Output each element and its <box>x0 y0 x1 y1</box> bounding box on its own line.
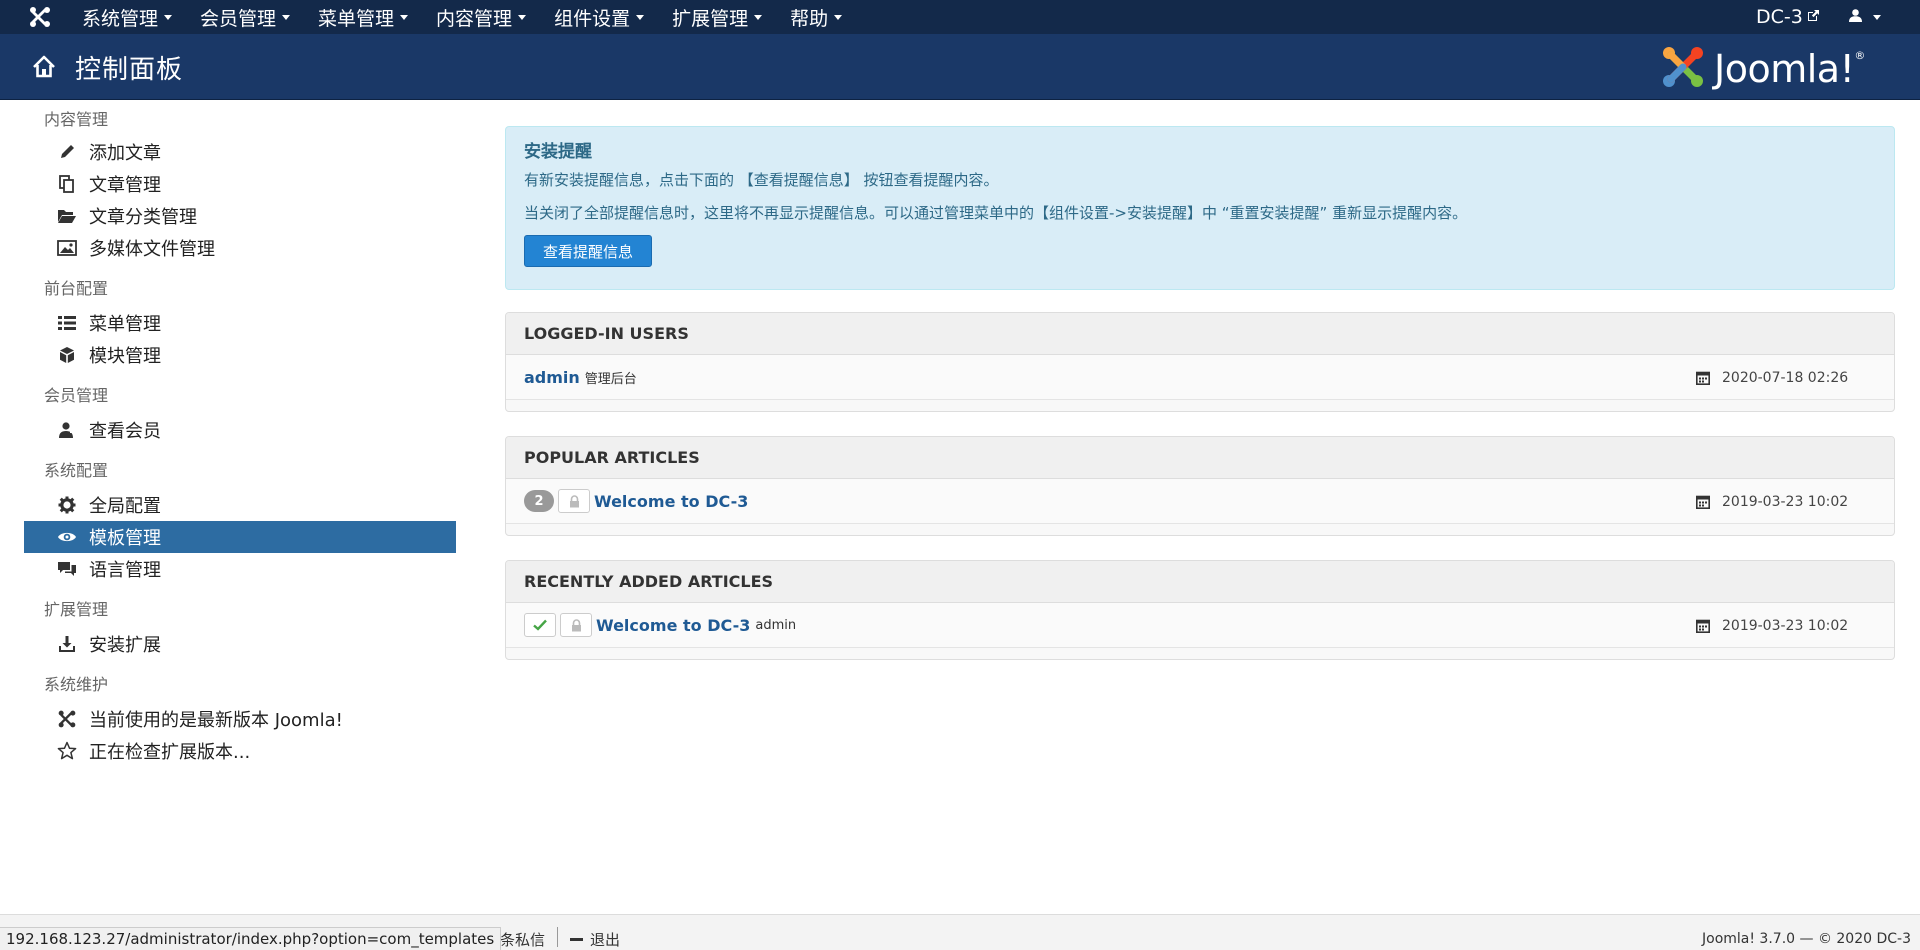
sidebar-item-media[interactable]: 多媒体文件管理 <box>24 232 456 264</box>
star-icon <box>55 740 79 762</box>
page-header: 控制面板 Joomla! ® <box>0 34 1920 100</box>
sidebar-heading-users: 会员管理 <box>44 386 109 405</box>
list-icon <box>55 312 79 334</box>
sidebar-item-add-article[interactable]: 添加文章 <box>24 136 456 168</box>
caret-down-icon <box>282 14 291 20</box>
sidebar-item-global-config[interactable]: 全局配置 <box>24 489 456 521</box>
alert-title: 安装提醒 <box>524 142 592 162</box>
site-name: DC-3 <box>1756 6 1803 28</box>
calendar-icon <box>1696 619 1710 633</box>
sidebar-item-modules[interactable]: 模块管理 <box>24 339 456 371</box>
menu-help[interactable]: 帮助 <box>776 0 856 34</box>
calendar-icon <box>1696 495 1710 509</box>
sidebar-heading-extensions: 扩展管理 <box>44 600 109 619</box>
user-icon <box>1848 8 1863 27</box>
caret-down-icon <box>636 14 645 20</box>
alert-line-1: 有新安装提醒信息，点击下面的 【查看提醒信息】 按钮查看提醒内容。 <box>524 171 999 189</box>
menu-system[interactable]: 系统管理 <box>68 0 186 34</box>
eye-icon <box>55 526 79 548</box>
image-icon <box>55 237 79 259</box>
caret-down-icon <box>164 14 173 20</box>
user-menu[interactable] <box>1848 0 1881 34</box>
list-item: Welcome to DC-3 admin 2019-03-23 10:02 <box>506 603 1894 648</box>
article-date: 2019-03-23 10:02 <box>1696 603 1848 648</box>
popular-articles-panel: POPULAR ARTICLES 2 Welcome to DC-3 2019-… <box>505 436 1895 536</box>
sidebar-heading-configuration: 系统配置 <box>44 461 109 480</box>
user-icon <box>55 419 79 441</box>
joomla-wordmark: Joomla! <box>1714 47 1855 91</box>
login-date: 2020-07-18 02:26 <box>1696 355 1848 400</box>
menu-extensions[interactable]: 扩展管理 <box>658 0 776 34</box>
sidebar-item-install-extensions[interactable]: 安装扩展 <box>24 628 456 660</box>
logout-link[interactable]: 退出 <box>570 927 620 950</box>
article-date: 2019-03-23 10:02 <box>1696 479 1848 524</box>
sidebar-item-joomla-version[interactable]: 当前使用的是最新版本 Joomla! <box>24 703 456 735</box>
cube-icon <box>55 344 79 366</box>
article-link[interactable]: Welcome to DC-3 <box>596 616 750 635</box>
menu-menus[interactable]: 菜单管理 <box>304 0 422 34</box>
lock-icon[interactable] <box>558 489 590 513</box>
joomla-logo-icon[interactable] <box>28 5 52 29</box>
top-navbar: 系统管理 会员管理 菜单管理 内容管理 组件设置 扩展管理 帮助 DC-3 <box>0 0 1920 34</box>
main-menu: 系统管理 会员管理 菜单管理 内容管理 组件设置 扩展管理 帮助 <box>68 0 856 34</box>
gear-icon <box>55 494 79 516</box>
status-bar: 0 条私信 退出 Joomla! 3.7.0 — © 2020 DC-3 192… <box>0 914 1920 950</box>
joomla-logo-icon <box>1660 44 1706 94</box>
article-author: admin <box>755 617 797 633</box>
install-alert: 安装提醒 有新安装提醒信息，点击下面的 【查看提醒信息】 按钮查看提醒内容。 当… <box>505 126 1895 290</box>
logged-in-users-panel: LOGGED-IN USERS admin 管理后台 2020-07-18 02… <box>505 312 1895 412</box>
copy-icon <box>55 173 79 195</box>
sidebar-heading-content: 内容管理 <box>44 110 109 129</box>
folder-open-icon <box>55 205 79 227</box>
link-preview-url: 192.168.123.27/administrator/index.php?o… <box>0 927 502 950</box>
download-icon <box>55 633 79 655</box>
lock-icon[interactable] <box>560 613 592 637</box>
sidebar-heading-site: 前台配置 <box>44 279 109 298</box>
caret-down-icon <box>834 14 843 20</box>
sidebar: 内容管理 添加文章 文章管理 文章分类管理 多媒体文件管理 前台配置 菜单管理 … <box>24 100 456 767</box>
sidebar-item-extension-check[interactable]: 正在检查扩展版本... <box>24 735 456 767</box>
menu-content[interactable]: 内容管理 <box>422 0 540 34</box>
site-link[interactable]: DC-3 <box>1756 0 1820 34</box>
article-link[interactable]: Welcome to DC-3 <box>594 492 748 511</box>
caret-down-icon <box>754 14 763 20</box>
comments-icon <box>55 558 79 580</box>
view-messages-button[interactable]: 查看提醒信息 <box>524 235 652 267</box>
sidebar-item-templates[interactable]: 模板管理 <box>24 521 456 553</box>
joomla-icon <box>55 708 79 730</box>
minus-icon <box>570 937 583 941</box>
recent-articles-panel: RECENTLY ADDED ARTICLES Welcome to DC-3 … <box>505 560 1895 660</box>
panel-title: LOGGED-IN USERS <box>506 313 1894 355</box>
hits-badge: 2 <box>524 490 554 512</box>
page-title: 控制面板 <box>75 55 184 85</box>
sidebar-item-categories[interactable]: 文章分类管理 <box>24 200 456 232</box>
registered-mark: ® <box>1854 48 1866 62</box>
caret-down-icon <box>400 14 409 20</box>
list-item: admin 管理后台 2020-07-18 02:26 <box>506 355 1894 400</box>
sidebar-item-view-users[interactable]: 查看会员 <box>24 414 456 446</box>
sidebar-item-menus[interactable]: 菜单管理 <box>24 307 456 339</box>
home-icon <box>30 53 58 81</box>
joomla-brand: Joomla! ® <box>1660 44 1865 94</box>
external-link-icon <box>1807 9 1820 26</box>
user-link[interactable]: admin <box>524 368 580 387</box>
client-location: 管理后台 <box>584 371 637 387</box>
caret-down-icon <box>1873 14 1881 20</box>
caret-down-icon <box>518 14 527 20</box>
alert-line-2: 当关闭了全部提醒信息时，这里将不再显示提醒信息。可以通过管理菜单中的【组件设置-… <box>524 204 1468 222</box>
published-check-icon[interactable] <box>524 613 556 637</box>
panel-title: RECENTLY ADDED ARTICLES <box>506 561 1894 603</box>
divider <box>557 927 558 947</box>
menu-users[interactable]: 会员管理 <box>186 0 304 34</box>
panel-title: POPULAR ARTICLES <box>506 437 1894 479</box>
list-item: 2 Welcome to DC-3 2019-03-23 10:02 <box>506 479 1894 524</box>
pencil-icon <box>55 141 79 163</box>
menu-components[interactable]: 组件设置 <box>540 0 658 34</box>
calendar-icon <box>1696 371 1710 385</box>
sidebar-item-languages[interactable]: 语言管理 <box>24 553 456 585</box>
sidebar-item-articles[interactable]: 文章管理 <box>24 168 456 200</box>
version-info: Joomla! 3.7.0 — © 2020 DC-3 <box>1702 931 1911 947</box>
sidebar-heading-maintenance: 系统维护 <box>44 675 109 694</box>
